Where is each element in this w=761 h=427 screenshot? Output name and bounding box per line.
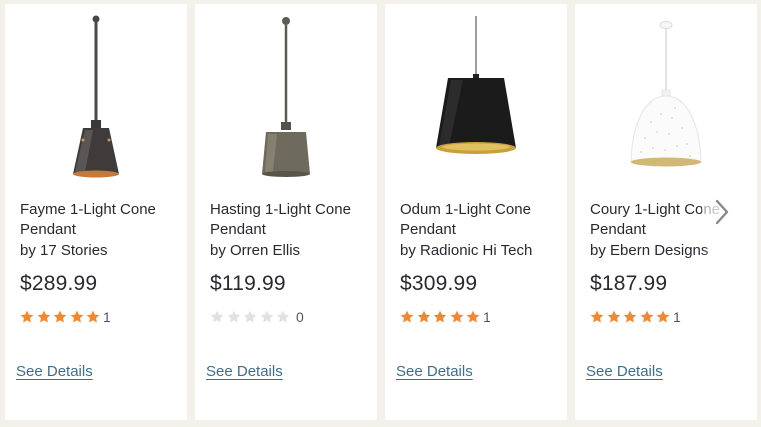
bronze-drum-pendant-image bbox=[262, 17, 310, 177]
star-filled-icon bbox=[20, 310, 34, 323]
product-brand: by Orren Ellis bbox=[210, 242, 301, 259]
star-empty-icon bbox=[210, 310, 224, 323]
rating-stars bbox=[400, 310, 483, 324]
rating-stars bbox=[20, 310, 103, 324]
star-rating: 1 bbox=[20, 308, 111, 326]
chevron-right-icon bbox=[715, 199, 729, 225]
star-empty-icon bbox=[227, 310, 240, 323]
star-filled-icon bbox=[607, 310, 620, 323]
product-title[interactable]: Fayme 1-Light Cone Pendant bbox=[20, 200, 180, 240]
star-filled-icon bbox=[87, 310, 100, 323]
product-card[interactable]: Hasting 1-Light Cone Pendant by Orren El… bbox=[195, 4, 377, 420]
star-filled-icon bbox=[53, 310, 67, 323]
black-gold-cone-pendant-image bbox=[436, 16, 516, 154]
product-title[interactable]: Odum 1-Light Cone Pendant bbox=[400, 200, 560, 240]
product-title[interactable]: Hasting 1-Light Cone Pendant bbox=[210, 200, 370, 240]
star-filled-icon bbox=[400, 310, 414, 323]
product-carousel: Fayme 1-Light Cone Pendant by 17 Stories… bbox=[0, 0, 761, 427]
star-filled-icon bbox=[623, 310, 637, 323]
product-price: $119.99 bbox=[210, 272, 286, 295]
product-image[interactable] bbox=[195, 4, 377, 182]
star-rating: 1 bbox=[590, 308, 681, 326]
see-details-link[interactable]: See Details bbox=[206, 363, 283, 380]
product-brand: by Ebern Designs bbox=[590, 242, 709, 259]
product-image[interactable] bbox=[385, 4, 567, 182]
review-count: 1 bbox=[482, 309, 491, 325]
see-details-link[interactable]: See Details bbox=[586, 363, 663, 380]
star-filled-icon bbox=[657, 310, 670, 323]
product-price: $289.99 bbox=[20, 272, 98, 295]
carousel-next-button[interactable] bbox=[702, 192, 742, 232]
review-count: 0 bbox=[295, 309, 304, 325]
review-count: 1 bbox=[102, 309, 111, 325]
see-details-link[interactable]: See Details bbox=[16, 363, 93, 380]
see-details-link[interactable]: See Details bbox=[396, 363, 473, 380]
star-filled-icon bbox=[433, 310, 447, 323]
star-filled-icon bbox=[70, 310, 84, 323]
rating-stars bbox=[210, 310, 293, 324]
star-empty-icon bbox=[277, 310, 290, 323]
rating-stars bbox=[590, 310, 673, 324]
product-card[interactable]: Fayme 1-Light Cone Pendant by 17 Stories… bbox=[5, 4, 187, 420]
product-price: $187.99 bbox=[590, 272, 668, 295]
star-rating: 0 bbox=[210, 308, 304, 326]
star-filled-icon bbox=[450, 310, 464, 323]
white-dome-pendant-image bbox=[630, 21, 702, 167]
black-cone-pendant-image bbox=[73, 15, 119, 178]
product-card[interactable]: Odum 1-Light Cone Pendant by Radionic Hi… bbox=[385, 4, 567, 420]
product-image[interactable] bbox=[575, 4, 757, 182]
product-image[interactable] bbox=[5, 4, 187, 182]
star-filled-icon bbox=[590, 310, 604, 323]
star-empty-icon bbox=[243, 310, 257, 323]
product-brand: by 17 Stories bbox=[20, 242, 108, 259]
product-brand: by Radionic Hi Tech bbox=[400, 242, 533, 259]
review-count: 1 bbox=[672, 309, 681, 325]
star-rating: 1 bbox=[400, 308, 491, 326]
star-filled-icon bbox=[467, 310, 480, 323]
star-filled-icon bbox=[640, 310, 654, 323]
star-filled-icon bbox=[37, 310, 50, 323]
star-empty-icon bbox=[260, 310, 274, 323]
product-price: $309.99 bbox=[400, 272, 478, 295]
star-filled-icon bbox=[417, 310, 430, 323]
